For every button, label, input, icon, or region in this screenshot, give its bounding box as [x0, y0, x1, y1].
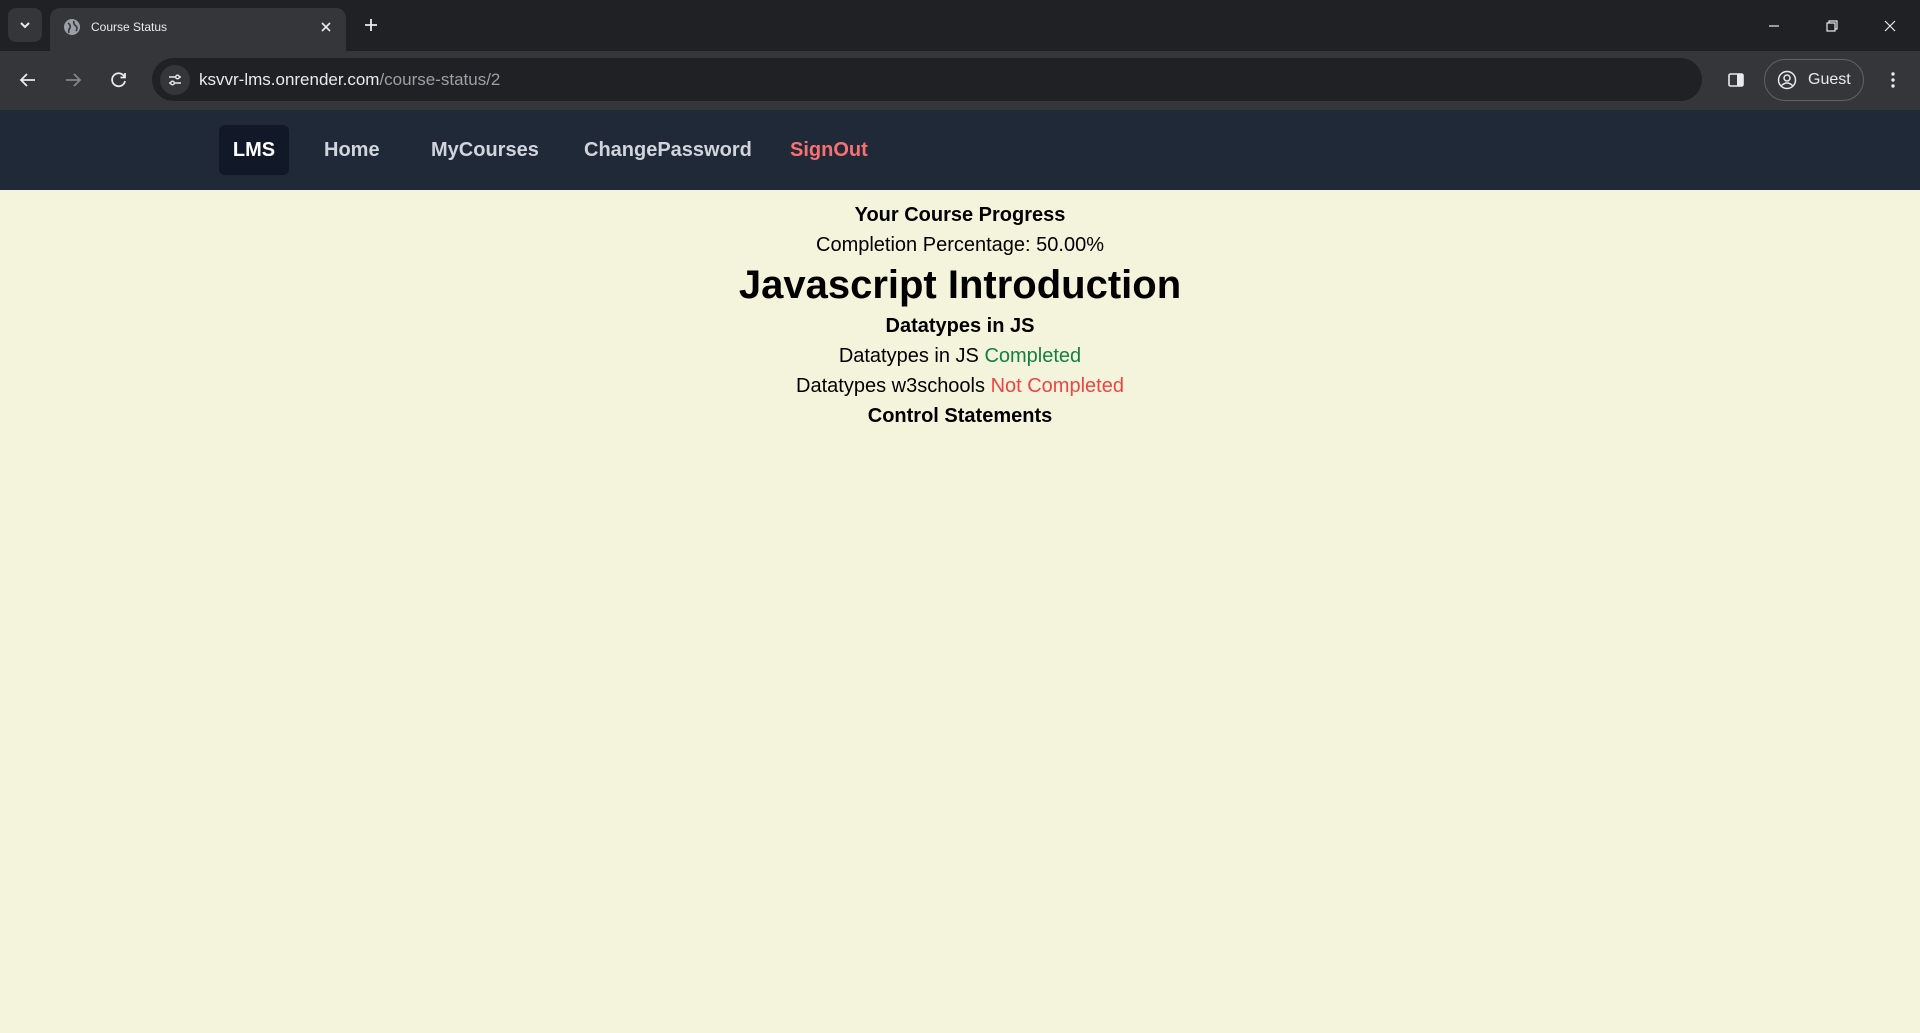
url-text: ksvvr-lms.onrender.com/course-status/2: [199, 69, 500, 91]
page-status-row: Datatypes in JS Completed: [0, 342, 1920, 370]
chapter-title: Datatypes in JS: [885, 315, 1035, 337]
nav-link-mycourses[interactable]: MyCourses: [431, 125, 539, 175]
kebab-menu-icon: [1891, 72, 1895, 88]
address-bar[interactable]: ksvvr-lms.onrender.com/course-status/2: [152, 58, 1702, 101]
status-not-completed: Not Completed: [990, 375, 1124, 397]
profile-button[interactable]: Guest: [1764, 59, 1864, 101]
tab-close-button[interactable]: [316, 17, 336, 37]
browser-menu-button[interactable]: [1876, 63, 1910, 97]
course-title: Javascript Introduction: [738, 263, 1182, 307]
browser-toolbar: ksvvr-lms.onrender.com/course-status/2 G…: [0, 51, 1920, 110]
minimize-icon: [1769, 24, 1779, 27]
reload-icon: [111, 72, 126, 88]
tab-title: Course Status: [91, 20, 168, 34]
nav-link-signout[interactable]: SignOut: [790, 125, 868, 175]
completion-percentage: Completion Percentage: 50.00%: [816, 234, 1104, 256]
page-name: Datatypes w3schools: [796, 375, 985, 397]
forward-arrow-icon: [66, 73, 82, 87]
window-close-button[interactable]: [1861, 0, 1919, 51]
tab-list-icon: [20, 22, 30, 29]
reload-button[interactable]: [102, 63, 136, 97]
back-arrow-icon: [19, 73, 35, 87]
nav-link-changepassword[interactable]: ChangePassword: [584, 125, 752, 175]
forward-button[interactable]: [56, 63, 90, 97]
side-panel-icon: [1728, 73, 1744, 87]
page-name: Datatypes in JS: [838, 345, 979, 367]
status-completed: Completed: [984, 345, 1082, 367]
profile-label: Guest: [1808, 71, 1851, 88]
tab-list-button[interactable]: [8, 8, 42, 42]
site-info-icon: [169, 74, 181, 86]
minimize-button[interactable]: [1745, 0, 1803, 51]
new-tab-button[interactable]: [358, 12, 384, 38]
browser-tab-strip: Course Status: [0, 0, 1920, 51]
progress-heading: Your Course Progress: [854, 204, 1066, 226]
side-panel-button[interactable]: [1719, 63, 1753, 97]
nav-link-home[interactable]: Home: [324, 125, 380, 175]
globe-icon: [64, 19, 80, 35]
url-path: /course-status/2: [379, 70, 501, 89]
close-icon: [321, 22, 331, 32]
browser-tab-active[interactable]: Course Status: [50, 8, 346, 51]
course-status-content: Your Course Progress Completion Percenta…: [0, 190, 1920, 1033]
site-info-button[interactable]: [160, 65, 190, 95]
nav-brand-lms[interactable]: LMS: [219, 125, 289, 175]
profile-icon: [1777, 70, 1797, 90]
restore-icon: [1826, 19, 1838, 32]
url-host: ksvvr-lms.onrender.com: [199, 70, 380, 89]
back-button[interactable]: [11, 63, 45, 97]
restore-button[interactable]: [1803, 0, 1861, 51]
window-close-icon: [1884, 20, 1896, 31]
chapter-title: Control Statements: [867, 405, 1053, 427]
plus-icon: [365, 19, 377, 31]
page-status-row: Datatypes w3schools Not Completed: [0, 372, 1920, 400]
app-navbar: LMS Home MyCourses ChangePassword SignOu…: [0, 110, 1920, 190]
